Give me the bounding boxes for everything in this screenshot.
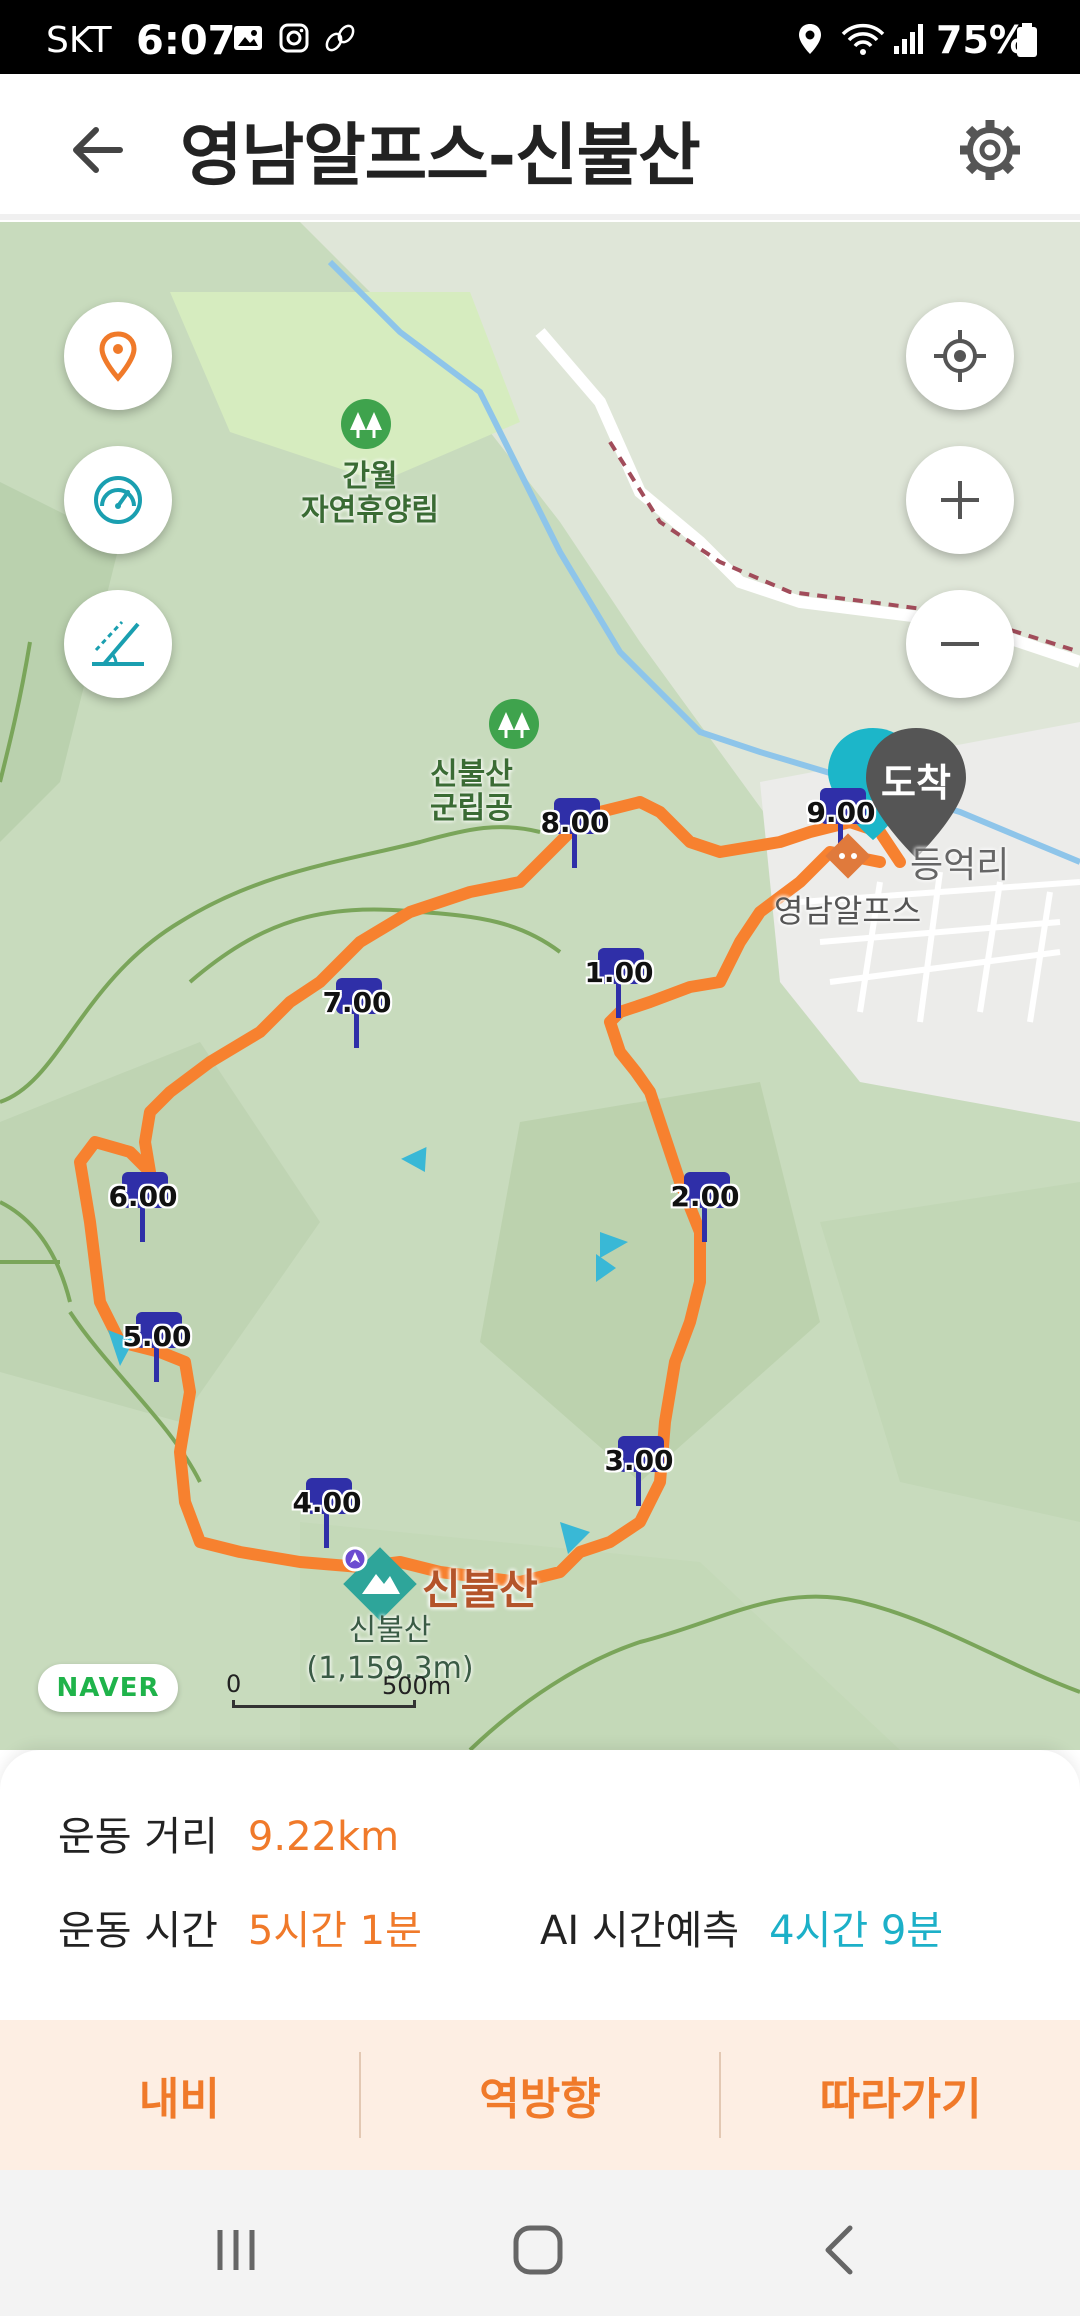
km-label: 2.00 — [670, 1180, 740, 1213]
km-label: 3.00 — [604, 1444, 674, 1477]
slope-button[interactable] — [64, 590, 172, 698]
scale-line — [232, 1700, 416, 1708]
trail-map[interactable]: 간월 자연휴양림 신불산 군립공 1.00 2.00 3.00 4.00 5.0… — [0, 222, 1080, 1750]
location-pin-icon — [99, 331, 137, 382]
stats-panel: 운동 거리 9.22km 운동 시간 5시간 1분 AI 시간예측 4시간 9분 — [0, 1750, 1080, 2020]
action-bar: 내비 역방향 따라가기 — [0, 2020, 1080, 2170]
gallery-icon — [234, 26, 262, 50]
km-marker-8[interactable]: 8.00 — [530, 798, 610, 878]
km-label: 8.00 — [540, 806, 610, 839]
km-marker-2[interactable]: 2.00 — [660, 1172, 740, 1252]
gear-icon — [960, 120, 1020, 180]
ai-prediction-value: 4시간 9분 — [769, 1908, 944, 1954]
slope-icon — [92, 620, 144, 666]
naver-logo[interactable]: NAVER — [38, 1664, 178, 1712]
time-row: 운동 시간 5시간 1분 — [58, 1898, 422, 1956]
time-value: 5시간 1분 — [247, 1908, 422, 1954]
zoom-in-button[interactable] — [906, 446, 1014, 554]
battery-percent: 75% — [936, 18, 1027, 62]
km-label: 1.00 — [584, 956, 654, 989]
park-icon — [489, 699, 539, 749]
system-nav-bar — [0, 2170, 1080, 2316]
my-location-button[interactable] — [906, 302, 1014, 410]
back-button[interactable] — [60, 110, 140, 190]
forest-icon — [341, 399, 391, 449]
app-header: 영남알프스-신불산 — [0, 74, 1080, 220]
current-position-icon — [342, 1546, 368, 1572]
instagram-icon — [279, 23, 309, 53]
ai-prediction-label: AI 시간예측 — [540, 1908, 740, 1954]
settings-button[interactable] — [950, 110, 1030, 190]
time-label: 운동 시간 — [58, 1908, 218, 1954]
km-label: 6.00 — [108, 1180, 178, 1213]
battery-icon — [1017, 23, 1037, 57]
route-path — [74, 796, 906, 1588]
status-time: 6:07 — [136, 18, 236, 64]
km-marker-5[interactable]: 5.00 — [112, 1312, 192, 1392]
place-label-forest-1: 간월 자연휴양림 — [301, 459, 439, 528]
distance-row: 운동 거리 9.22km — [58, 1804, 399, 1862]
speed-button[interactable] — [64, 446, 172, 554]
zoom-out-button[interactable] — [906, 590, 1014, 698]
trailhead-icon — [825, 833, 871, 879]
distance-label: 운동 거리 — [58, 1814, 218, 1860]
poi-button[interactable] — [64, 302, 172, 410]
scale-zero: 0 — [226, 1670, 242, 1698]
follow-button[interactable]: 따라가기 — [721, 2020, 1080, 2170]
recent-apps-icon — [217, 2230, 255, 2270]
map-scale-bar: 0 500m — [226, 1670, 451, 1710]
page-title: 영남알프스-신불산 — [180, 117, 701, 196]
my-location-icon — [934, 330, 986, 382]
distance-value: 9.22km — [247, 1814, 400, 1860]
reverse-button[interactable]: 역방향 — [361, 2020, 720, 2170]
km-marker-3[interactable]: 3.00 — [594, 1436, 674, 1516]
place-label-end: 영남알프스 — [774, 892, 922, 930]
home-button[interactable] — [498, 2210, 578, 2290]
system-back-button[interactable] — [800, 2210, 880, 2290]
km-label: 4.00 — [292, 1486, 362, 1519]
back-icon — [825, 2225, 853, 2275]
speedometer-icon — [94, 476, 142, 524]
wifi-icon — [841, 23, 885, 55]
summit-name: 신불산 — [422, 1565, 538, 1614]
arrival-label: 도착 — [881, 761, 951, 805]
zoom-out-icon — [941, 642, 979, 646]
zoom-in-icon — [941, 481, 979, 519]
home-icon — [513, 2225, 563, 2275]
carrier-name: SKT — [46, 20, 112, 61]
steps-icon — [325, 24, 355, 52]
km-label: 5.00 — [122, 1320, 192, 1353]
scale-distance: 500m — [382, 1672, 452, 1700]
km-label: 7.00 — [322, 986, 392, 1019]
km-marker-7[interactable]: 7.00 — [312, 978, 392, 1058]
status-bar: SKT 6:07 75% — [0, 0, 1080, 74]
recent-apps-button[interactable] — [196, 2210, 276, 2290]
arrow-left-icon — [73, 127, 123, 173]
place-label-village: 등억리 — [910, 845, 1010, 886]
km-marker-6[interactable]: 6.00 — [98, 1172, 178, 1252]
ai-prediction-row: AI 시간예측 4시간 9분 — [540, 1898, 943, 1956]
signal-icon — [894, 24, 923, 54]
location-icon — [799, 24, 821, 54]
navigate-button[interactable]: 내비 — [0, 2020, 359, 2170]
km-marker-1[interactable]: 1.00 — [574, 948, 654, 1028]
